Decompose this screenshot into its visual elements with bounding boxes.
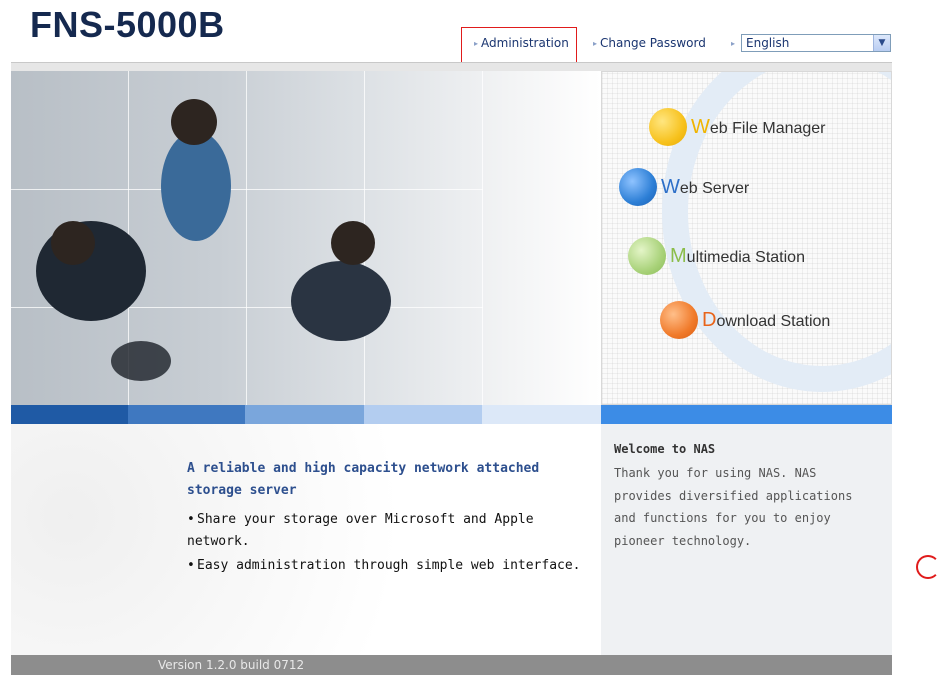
web-server-label: Web Server	[661, 175, 750, 198]
header-divider	[11, 62, 892, 71]
orange-ball-icon	[660, 301, 698, 339]
web-file-manager-link[interactable]: Web File Manager	[649, 108, 826, 146]
administration-label: Administration	[481, 36, 569, 50]
multimedia-station-label: Multimedia Station	[670, 244, 805, 267]
arrow-icon: ▸	[474, 39, 479, 48]
color-bar-accent	[601, 405, 892, 424]
yellow-ball-icon	[649, 108, 687, 146]
arrow-icon: ▸	[593, 39, 598, 48]
download-station-label: Download Station	[702, 308, 831, 331]
arrow-icon: ▸	[731, 39, 736, 48]
language-select[interactable]: English ▼	[741, 34, 891, 52]
green-ball-icon	[628, 237, 666, 275]
feature-bullet: • Easy administration through simple web …	[187, 558, 581, 573]
color-bar-1	[11, 405, 128, 424]
cursor-indicator-icon	[916, 555, 940, 579]
multimedia-station-link[interactable]: Multimedia Station	[628, 237, 805, 275]
applications-panel: Web File Manager Web Server Multimedia S…	[601, 71, 892, 405]
feature-bullet: • Share your storage over Microsoft and A…	[187, 512, 534, 549]
web-server-link[interactable]: Web Server	[619, 168, 749, 206]
web-file-manager-label: Web File Manager	[691, 115, 826, 138]
version-text: Version 1.2.0 build 0712	[158, 658, 305, 672]
change-password-label: Change Password	[600, 36, 706, 50]
color-bar-2	[128, 405, 245, 424]
headline: A reliable and high capacity network att…	[187, 461, 540, 498]
blue-ball-icon	[619, 168, 657, 206]
download-station-link[interactable]: Download Station	[660, 301, 830, 339]
administration-link[interactable]: ▸ Administration	[474, 36, 569, 50]
language-arrow: ▸	[731, 36, 738, 50]
color-bar-4	[364, 405, 482, 424]
color-bar-5	[482, 405, 601, 424]
chevron-down-icon[interactable]: ▼	[873, 35, 890, 51]
welcome-text: Thank you for using NAS. NAS provides di…	[614, 466, 853, 548]
change-password-link[interactable]: ▸ Change Password	[593, 36, 706, 50]
footer-bar: Version 1.2.0 build 0712	[11, 655, 892, 675]
color-bar-3	[245, 405, 364, 424]
hero-photo	[11, 71, 601, 405]
welcome-panel: Welcome to NAS Thank you for using NAS. …	[601, 424, 892, 655]
language-value: English	[746, 36, 790, 50]
welcome-title: Welcome to NAS	[614, 442, 716, 456]
